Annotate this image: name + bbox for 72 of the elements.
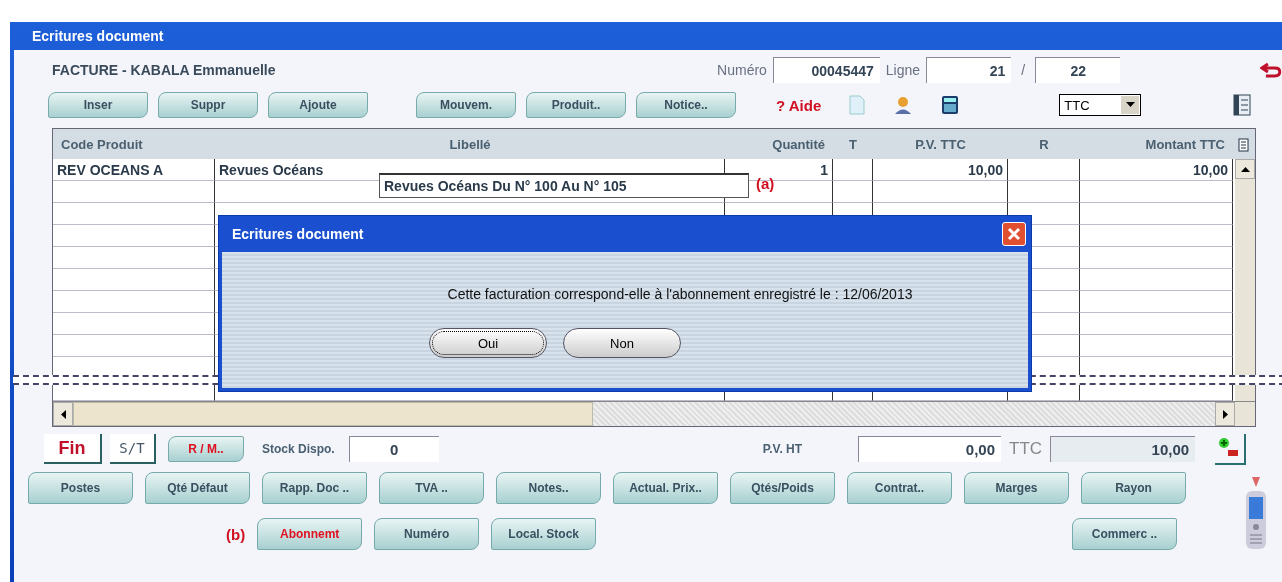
- column-header[interactable]: Libellé: [215, 129, 725, 159]
- stock-label: Stock Dispo.: [262, 442, 335, 456]
- pv-ht-field[interactable]: 0,00: [858, 436, 1002, 462]
- toolbar-button[interactable]: Ajoute: [268, 92, 368, 118]
- numero-field[interactable]: 00045447: [772, 57, 880, 83]
- price-mode-select[interactable]: TTC: [1059, 94, 1142, 116]
- table-cell: REV OCEANS A: [53, 159, 215, 181]
- add-remove-icon[interactable]: [1213, 432, 1248, 466]
- column-header[interactable]: T: [833, 129, 873, 159]
- dialog-button[interactable]: Non: [563, 328, 681, 358]
- action-button[interactable]: Qtés/Poids: [730, 472, 835, 504]
- action-button[interactable]: Qté Défaut: [145, 472, 250, 504]
- close-icon: [1007, 227, 1021, 241]
- vertical-scrollbar[interactable]: [1235, 159, 1255, 401]
- action-button[interactable]: Actual. Prix..: [613, 472, 718, 504]
- columns-icon[interactable]: [1237, 136, 1249, 152]
- scrollbar-thumb[interactable]: [73, 402, 593, 426]
- scroll-up-icon[interactable]: [1240, 166, 1250, 172]
- separator-text: /: [1021, 62, 1026, 78]
- column-header[interactable]: Quantité: [725, 129, 833, 159]
- subtotal-button[interactable]: S/T: [110, 434, 156, 464]
- column-header[interactable]: Montant TTC: [1080, 129, 1233, 159]
- dialog-title: Ecritures document: [232, 226, 364, 242]
- table-cell: [1008, 159, 1080, 181]
- toolbar-button[interactable]: Inser: [48, 92, 148, 118]
- action-button[interactable]: Rayon: [1081, 472, 1186, 504]
- toolbar-button[interactable]: Suppr: [158, 92, 258, 118]
- scroll-right-icon[interactable]: [1222, 409, 1228, 419]
- libelle-input-field[interactable]: Revues Océans Du N° 100 Au N° 105: [379, 173, 749, 198]
- dropdown-arrow-icon: [1125, 102, 1135, 108]
- ttc-label: TTC: [1009, 439, 1043, 459]
- pv-ht-label: P.V. HT: [762, 442, 803, 456]
- help-link[interactable]: ? Aide: [776, 96, 822, 114]
- action-button[interactable]: Local. Stock: [491, 518, 597, 550]
- dialog-message: Cette facturation correspond-elle à l'abonnement enregistré le : 12/06/2013: [446, 286, 913, 302]
- return-arrow-icon[interactable]: [1260, 62, 1282, 78]
- dialog-button[interactable]: Oui: [429, 328, 547, 358]
- scroll-left-icon[interactable]: [60, 409, 66, 419]
- action-button[interactable]: Commerc ..: [1072, 518, 1177, 550]
- toolbar-button[interactable]: Produit..: [526, 92, 626, 118]
- close-button[interactable]: [1002, 222, 1026, 246]
- rm-button[interactable]: R / M..: [168, 436, 244, 462]
- action-button[interactable]: Abonnemt: [257, 518, 363, 550]
- action-button[interactable]: Rapp. Doc ..: [262, 472, 367, 504]
- stock-field: 0: [348, 436, 439, 462]
- ttc-field: 10,00: [1050, 436, 1196, 462]
- document-title: FACTURE - KABALA Emmanuelle: [52, 62, 277, 78]
- action-button[interactable]: Marges: [964, 472, 1069, 504]
- toolbar-button[interactable]: Mouvem.: [416, 92, 516, 118]
- column-header[interactable]: P.V. TTC: [873, 129, 1008, 159]
- column-header[interactable]: Code Produit: [53, 129, 215, 159]
- action-button[interactable]: TVA ..: [379, 472, 484, 504]
- table-cell: 10,00: [873, 159, 1008, 181]
- table-cell: [833, 159, 873, 181]
- action-button[interactable]: Numéro: [374, 518, 480, 550]
- ligne-total-field: 22: [1035, 57, 1121, 83]
- ligne-label: Ligne: [885, 62, 921, 78]
- annotation-label: (b): [226, 525, 246, 543]
- toolbar-button[interactable]: Notice..: [636, 92, 736, 118]
- calculator-icon[interactable]: [941, 95, 960, 115]
- column-header[interactable]: R: [1008, 129, 1080, 159]
- horizontal-scrollbar[interactable]: [53, 401, 1255, 426]
- table-cell: [1008, 181, 1080, 203]
- window-title: Ecritures document: [32, 28, 164, 44]
- list-view-icon[interactable]: [1233, 94, 1252, 116]
- action-button[interactable]: Contrat..: [847, 472, 952, 504]
- ligne-field[interactable]: 21: [926, 57, 1012, 83]
- action-button[interactable]: Notes..: [496, 472, 601, 504]
- numero-label: Numéro: [717, 62, 767, 78]
- fin-button[interactable]: Fin: [44, 434, 102, 464]
- table-cell: 10,00: [1080, 159, 1233, 181]
- action-button[interactable]: Postes: [28, 472, 133, 504]
